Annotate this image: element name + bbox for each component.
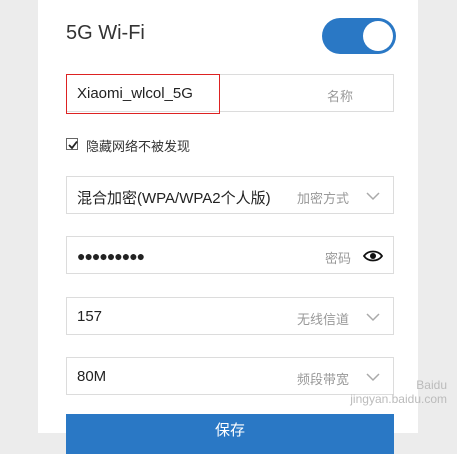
chevron-down-icon [366, 313, 380, 322]
wifi-toggle[interactable] [322, 18, 396, 54]
baidu-watermark: Baidu jingyan.baidu.com [350, 378, 447, 406]
channel-select[interactable]: 157 无线信道 [66, 297, 394, 335]
encryption-value: 混合加密(WPA/WPA2个人版) [77, 190, 271, 207]
watermark-url: jingyan.baidu.com [350, 392, 447, 406]
password-label: 密码 [325, 251, 352, 266]
hide-network-label: 隐藏网络不被发现 [86, 139, 191, 154]
checkmark-icon [68, 140, 78, 150]
channel-label: 无线信道 [297, 312, 350, 327]
channel-value: 157 [77, 308, 103, 325]
ssid-label: 名称 [327, 89, 354, 104]
bandwidth-value: 80M [77, 368, 107, 385]
bandwidth-label: 频段带宽 [297, 372, 350, 387]
toggle-knob [363, 21, 393, 51]
encryption-label: 加密方式 [297, 191, 350, 206]
hide-network-checkbox[interactable] [66, 138, 78, 150]
encryption-select[interactable]: 混合加密(WPA/WPA2个人版) 加密方式 [66, 176, 394, 214]
eye-icon[interactable] [363, 247, 383, 265]
chevron-down-icon [366, 192, 380, 201]
password-value: ●●●●●●●●● [77, 248, 145, 264]
page-title: 5G Wi-Fi [66, 22, 145, 44]
watermark-brand: Baidu [416, 378, 447, 392]
bandwidth-select[interactable]: 80M 频段带宽 [66, 357, 394, 395]
password-field[interactable]: ●●●●●●●●● 密码 [66, 236, 394, 274]
ssid-highlight-box [66, 74, 220, 114]
save-button[interactable]: 保存 [66, 414, 394, 454]
